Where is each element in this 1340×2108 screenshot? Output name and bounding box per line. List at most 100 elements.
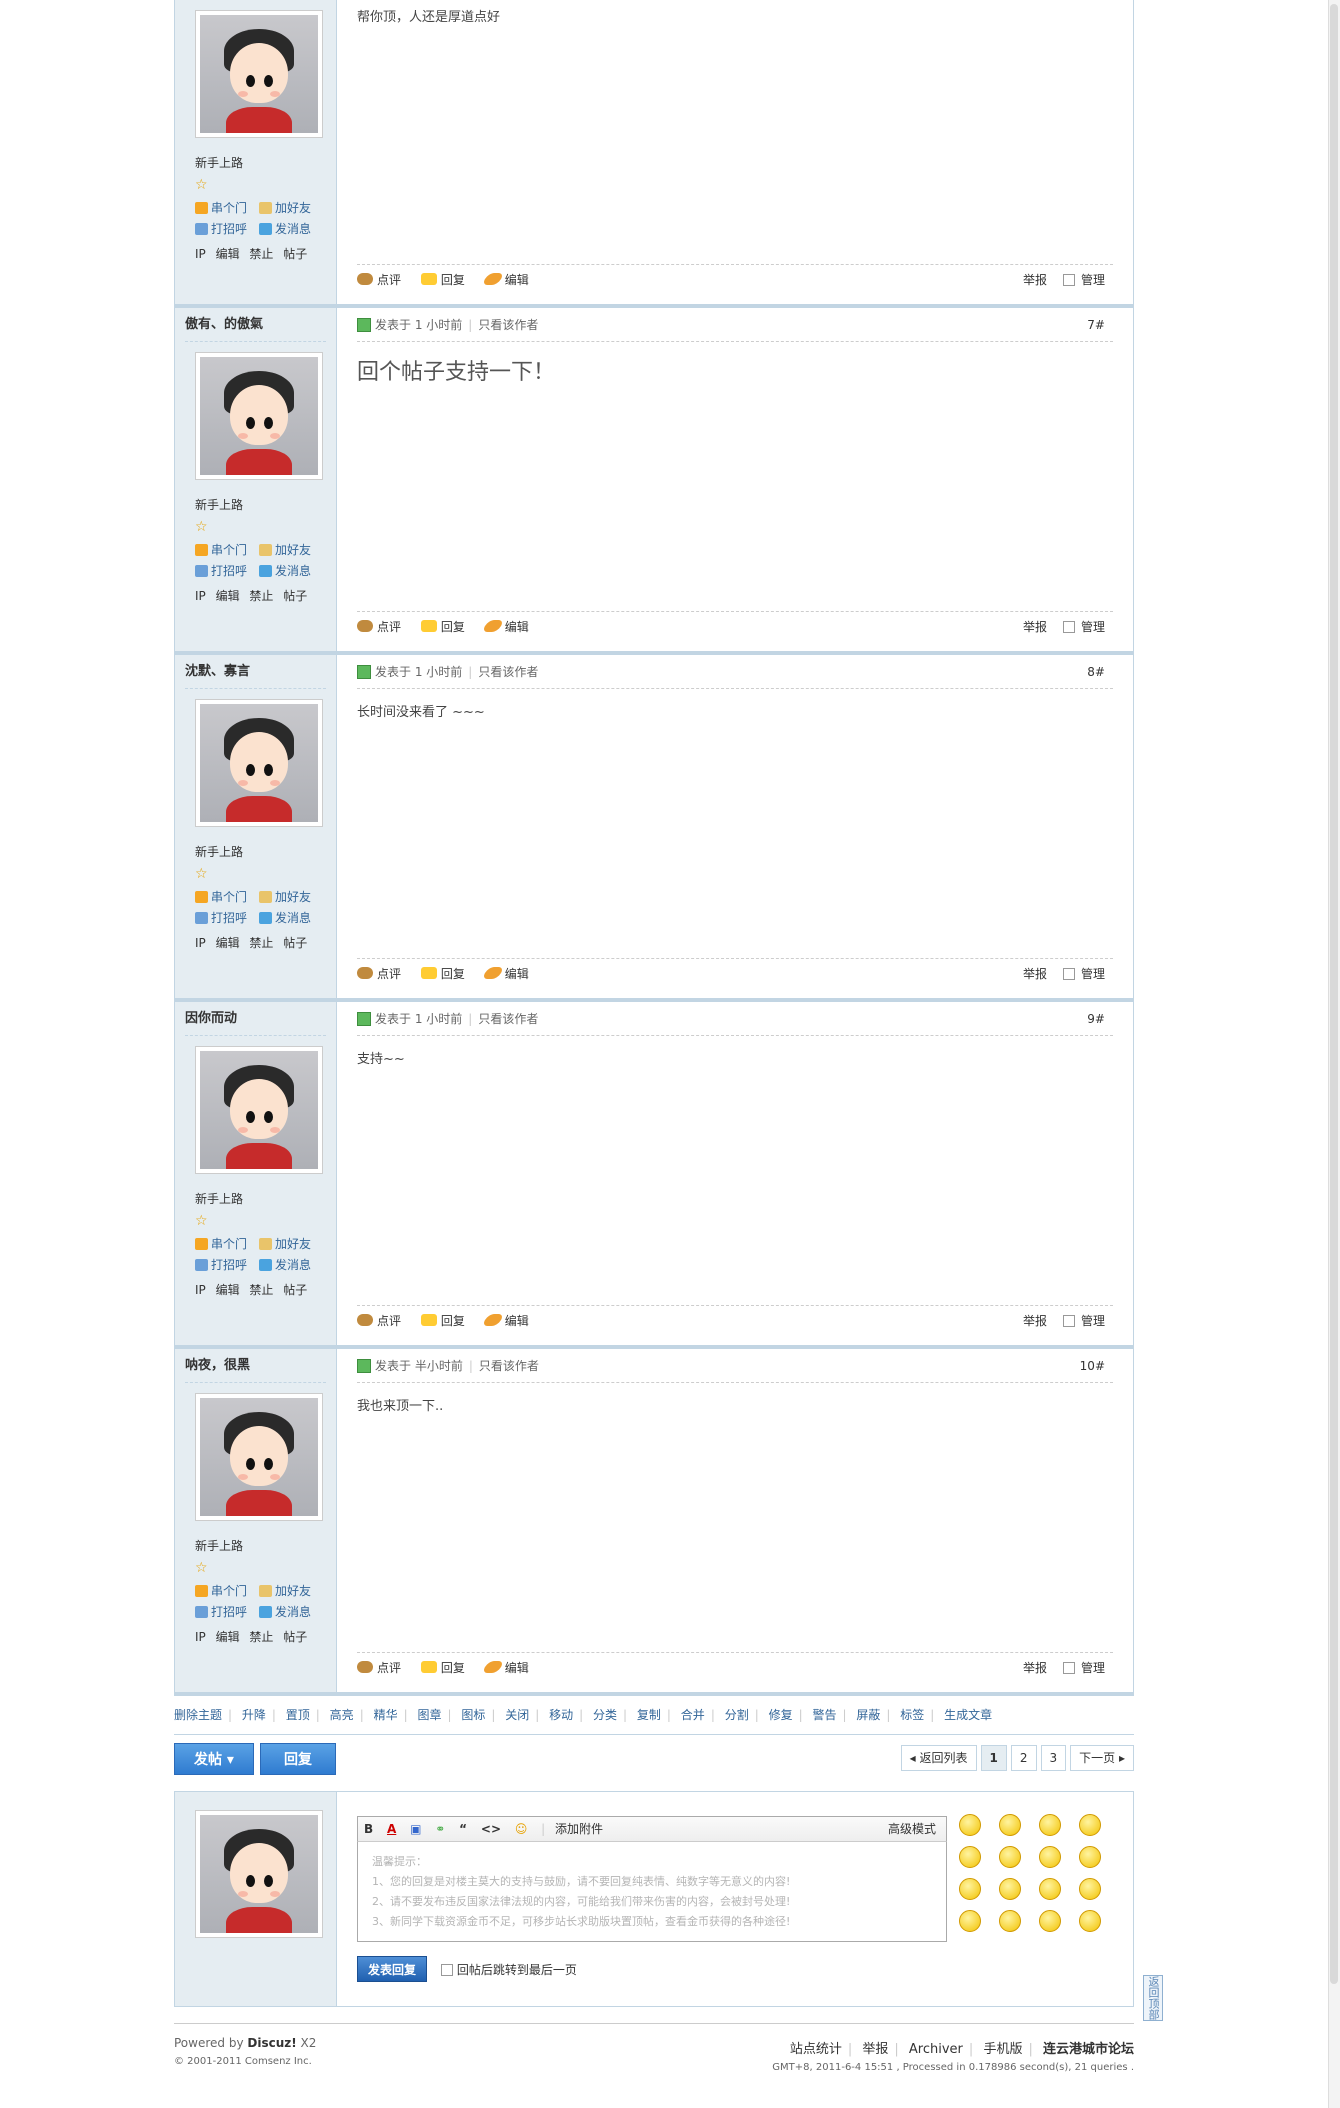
mod-copy[interactable]: 复制 bbox=[637, 1708, 661, 1722]
send-message-link[interactable]: 发消息 bbox=[259, 220, 323, 237]
page-3[interactable]: 3 bbox=[1040, 1745, 1067, 1771]
edit-button[interactable]: 编辑 bbox=[481, 273, 529, 287]
edit-button[interactable]: 编辑 bbox=[481, 1314, 529, 1328]
poke-link[interactable]: 打招呼 bbox=[195, 1256, 259, 1273]
next-page-button[interactable]: 下一页 ▸ bbox=[1070, 1745, 1134, 1771]
author-name[interactable]: 呐夜，很黑 bbox=[185, 1349, 326, 1383]
mod-tag[interactable]: 标签 bbox=[900, 1708, 924, 1722]
my-avatar[interactable] bbox=[195, 1810, 323, 1938]
site-stats-link[interactable]: 站点统计 bbox=[790, 2042, 842, 2057]
send-message-link[interactable]: 发消息 bbox=[259, 562, 323, 579]
report-link[interactable]: 举报 bbox=[1023, 273, 1047, 287]
admin-links[interactable]: IP 编辑 禁止 帖子 bbox=[195, 1628, 326, 1645]
avatar[interactable] bbox=[195, 1393, 323, 1521]
add-attachment-button[interactable]: 添加附件 bbox=[555, 1822, 603, 1836]
visit-home-link[interactable]: 串个门 bbox=[195, 199, 259, 216]
author-name[interactable]: 沈默、寡言 bbox=[185, 655, 326, 689]
smiley-icon[interactable] bbox=[959, 1878, 981, 1900]
mod-highlight[interactable]: 高亮 bbox=[330, 1708, 354, 1722]
site-name-link[interactable]: 连云港城市论坛 bbox=[1043, 2042, 1134, 2057]
manage-checkbox[interactable] bbox=[1062, 1662, 1075, 1674]
smiley-icon[interactable] bbox=[1039, 1814, 1061, 1836]
add-friend-link[interactable]: 加好友 bbox=[259, 1582, 323, 1599]
mod-repair[interactable]: 修复 bbox=[769, 1708, 793, 1722]
submit-reply-button[interactable]: 发表回复 bbox=[357, 1956, 428, 1982]
reply-button[interactable]: 回复 bbox=[420, 1661, 465, 1675]
author-name[interactable]: 因你而动 bbox=[185, 1002, 326, 1036]
manage-checkbox[interactable] bbox=[1062, 968, 1075, 980]
image-button[interactable]: ▣ bbox=[410, 1817, 421, 1841]
comment-button[interactable]: 点评 bbox=[357, 1661, 401, 1675]
floor-number[interactable]: 7# bbox=[1087, 308, 1105, 342]
add-friend-link[interactable]: 加好友 bbox=[259, 199, 323, 216]
discuz-link[interactable]: Discuz! bbox=[247, 2036, 296, 2050]
back-to-top-button[interactable]: 返回顶部 bbox=[1143, 1975, 1163, 2021]
visit-home-link[interactable]: 串个门 bbox=[195, 541, 259, 558]
add-friend-link[interactable]: 加好友 bbox=[259, 541, 323, 558]
manage-checkbox[interactable] bbox=[1062, 274, 1075, 286]
mod-stick[interactable]: 置顶 bbox=[286, 1708, 310, 1722]
avatar[interactable] bbox=[195, 1046, 323, 1174]
poke-link[interactable]: 打招呼 bbox=[195, 220, 259, 237]
report-link[interactable]: 举报 bbox=[1023, 967, 1047, 981]
mobile-link[interactable]: 手机版 bbox=[983, 2042, 1022, 2057]
add-friend-link[interactable]: 加好友 bbox=[259, 1235, 323, 1252]
scrollbar-thumb[interactable] bbox=[1330, 4, 1338, 1984]
mod-generate-article[interactable]: 生成文章 bbox=[944, 1708, 992, 1722]
smiley-button[interactable]: ☺ bbox=[515, 1817, 528, 1841]
poke-link[interactable]: 打招呼 bbox=[195, 1603, 259, 1620]
advanced-mode-link[interactable]: 高级模式 bbox=[888, 1817, 936, 1841]
page-2[interactable]: 2 bbox=[1010, 1745, 1037, 1771]
floor-number[interactable]: 9# bbox=[1087, 1002, 1105, 1036]
mod-merge[interactable]: 合并 bbox=[681, 1708, 705, 1722]
smiley-icon[interactable] bbox=[999, 1814, 1021, 1836]
reply-thread-button[interactable]: 回复 bbox=[260, 1743, 336, 1775]
comment-button[interactable]: 点评 bbox=[357, 620, 401, 634]
edit-button[interactable]: 编辑 bbox=[481, 1661, 529, 1675]
smiley-icon[interactable] bbox=[1079, 1814, 1101, 1836]
admin-links[interactable]: IP 编辑 禁止 帖子 bbox=[195, 1281, 326, 1298]
mod-delete-thread[interactable]: 删除主题 bbox=[174, 1708, 222, 1722]
edit-button[interactable]: 编辑 bbox=[481, 967, 529, 981]
smiley-icon[interactable] bbox=[1079, 1878, 1101, 1900]
admin-links[interactable]: IP 编辑 禁止 帖子 bbox=[195, 934, 326, 951]
avatar[interactable] bbox=[195, 352, 323, 480]
link-button[interactable]: ⚭ bbox=[435, 1817, 445, 1841]
smiley-icon[interactable] bbox=[1079, 1846, 1101, 1868]
mod-stamp[interactable]: 图章 bbox=[417, 1708, 441, 1722]
reply-button[interactable]: 回复 bbox=[420, 967, 465, 981]
reply-button[interactable]: 回复 bbox=[420, 620, 465, 634]
quote-button[interactable]: “ bbox=[459, 1817, 467, 1841]
font-color-button[interactable]: A bbox=[387, 1817, 396, 1841]
avatar[interactable] bbox=[195, 10, 323, 138]
reply-textarea[interactable]: 温馨提示： 1、您的回复是对楼主莫大的支持与鼓励，请不要回复纯表情、纯数字等无意… bbox=[357, 1842, 947, 1942]
mod-category[interactable]: 分类 bbox=[593, 1708, 617, 1722]
mod-move[interactable]: 移动 bbox=[549, 1708, 573, 1722]
back-to-list-button[interactable]: ◂ 返回列表 bbox=[900, 1745, 977, 1771]
reply-button[interactable]: 回复 bbox=[420, 273, 465, 287]
comment-button[interactable]: 点评 bbox=[357, 1314, 401, 1328]
report-link[interactable]: 举报 bbox=[1023, 1661, 1047, 1675]
send-message-link[interactable]: 发消息 bbox=[259, 1603, 323, 1620]
only-author-link[interactable]: 只看该作者 bbox=[478, 1012, 538, 1026]
manage-checkbox[interactable] bbox=[1062, 621, 1075, 633]
report-link[interactable]: 举报 bbox=[1023, 620, 1047, 634]
smiley-icon[interactable] bbox=[999, 1878, 1021, 1900]
smiley-icon[interactable] bbox=[959, 1910, 981, 1932]
admin-links[interactable]: IP 编辑 禁止 帖子 bbox=[195, 587, 326, 604]
report-link[interactable]: 举报 bbox=[1023, 1314, 1047, 1328]
mod-bump[interactable]: 升降 bbox=[242, 1708, 266, 1722]
smiley-icon[interactable] bbox=[1039, 1846, 1061, 1868]
reply-button[interactable]: 回复 bbox=[420, 1314, 465, 1328]
avatar[interactable] bbox=[195, 699, 323, 827]
add-friend-link[interactable]: 加好友 bbox=[259, 888, 323, 905]
report-footer-link[interactable]: 举报 bbox=[862, 2042, 888, 2057]
comment-button[interactable]: 点评 bbox=[357, 273, 401, 287]
smiley-icon[interactable] bbox=[999, 1910, 1021, 1932]
new-post-button[interactable]: 发帖 ▾ bbox=[174, 1743, 254, 1775]
author-name[interactable]: 傲有、的傲氣 bbox=[185, 308, 326, 342]
smiley-icon[interactable] bbox=[959, 1846, 981, 1868]
visit-home-link[interactable]: 串个门 bbox=[195, 1235, 259, 1252]
poke-link[interactable]: 打招呼 bbox=[195, 909, 259, 926]
smiley-icon[interactable] bbox=[959, 1814, 981, 1836]
